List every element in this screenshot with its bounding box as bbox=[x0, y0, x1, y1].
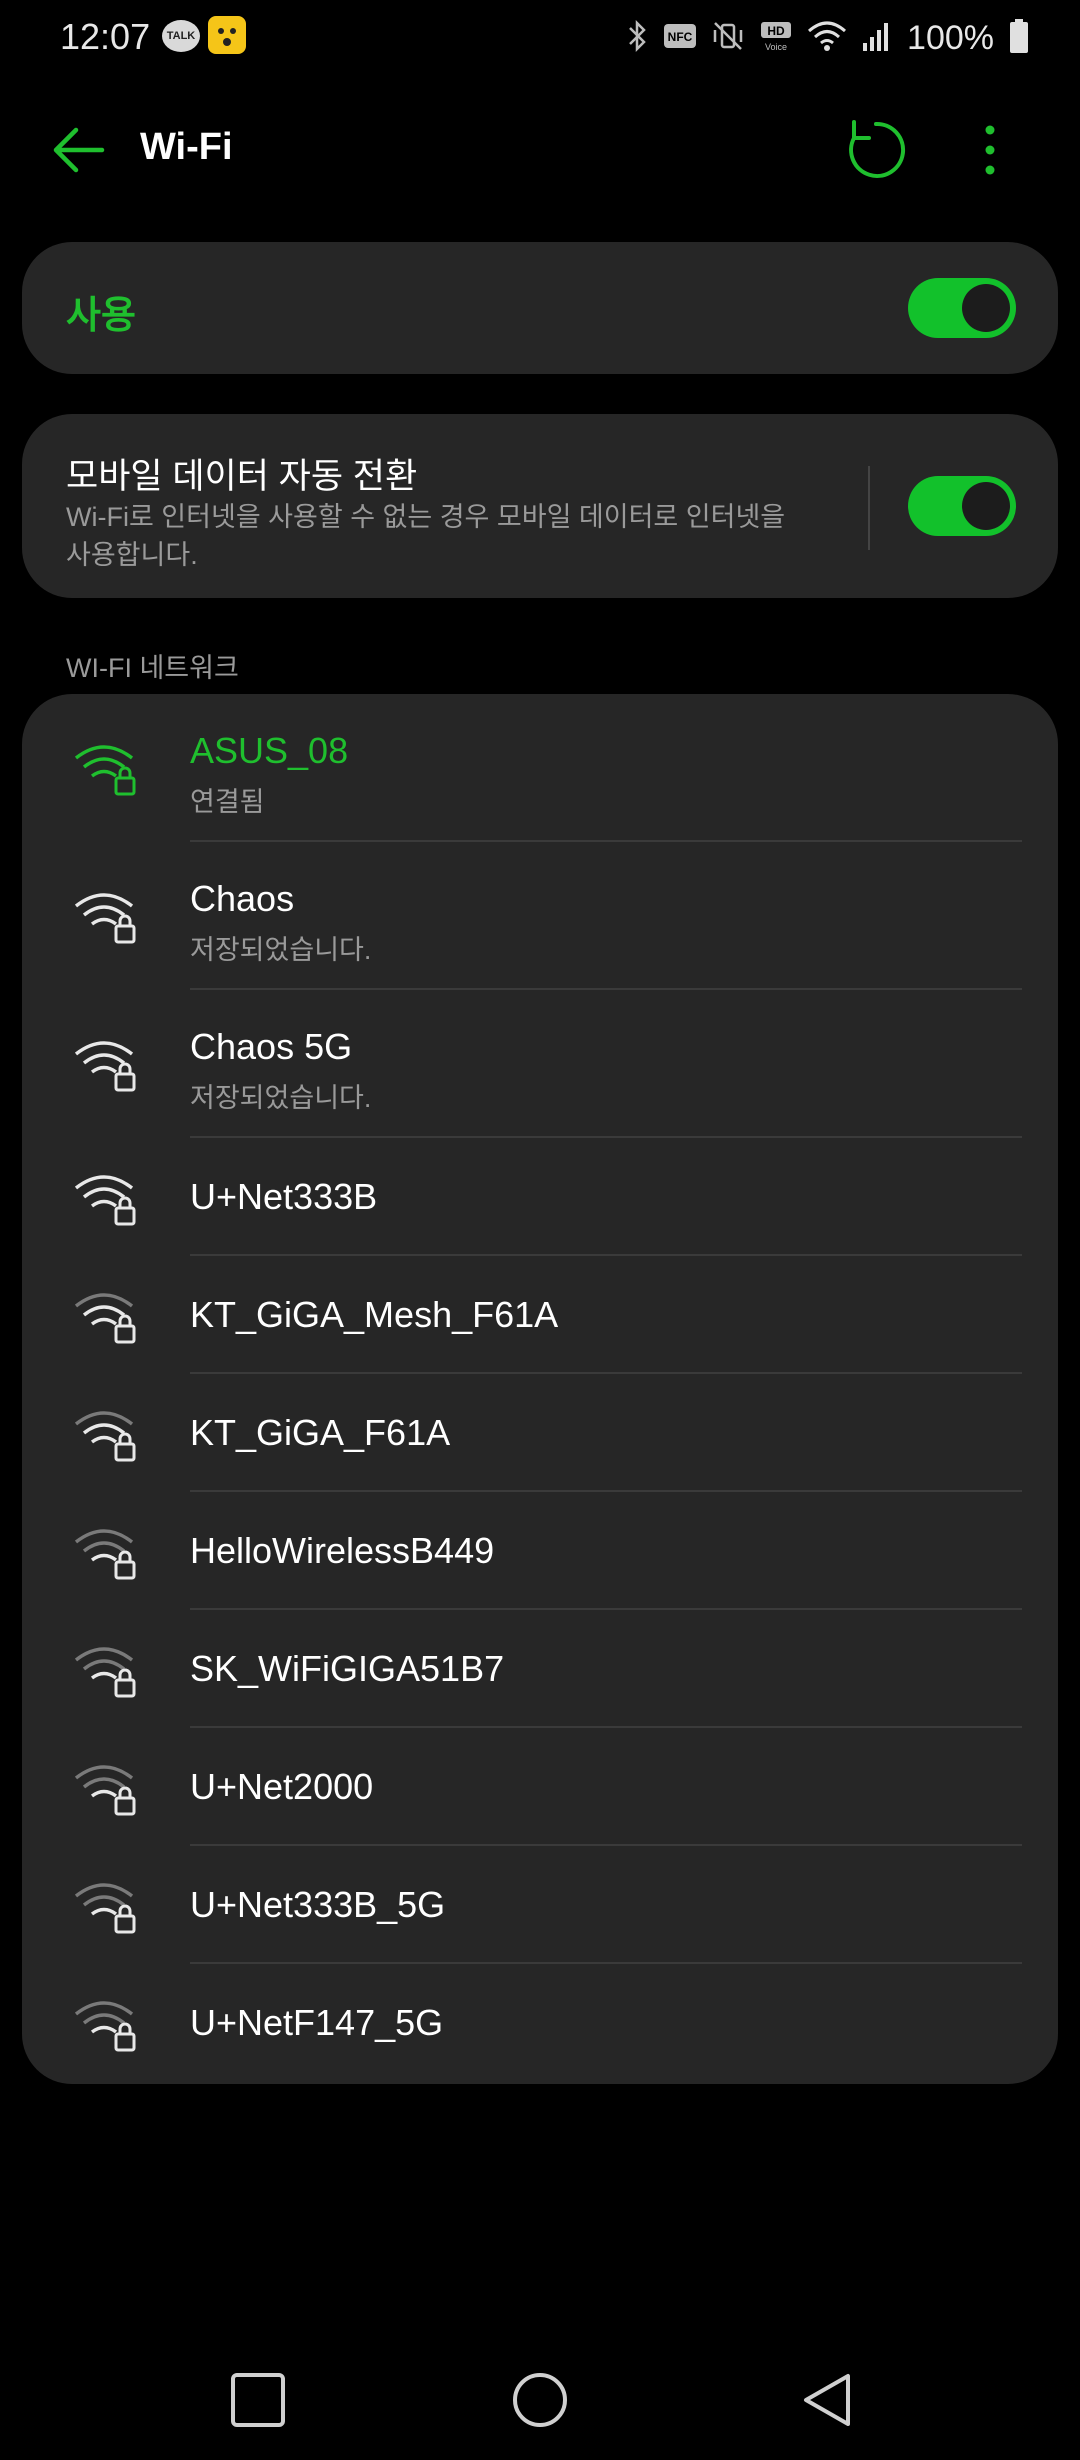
networks-section-header: WI-FI 네트워크 bbox=[66, 653, 239, 683]
app-notification-icon bbox=[208, 16, 246, 54]
square-icon bbox=[231, 2373, 285, 2427]
network-status: 저장되었습니다. bbox=[190, 935, 372, 965]
network-name: SK_WiFiGIGA51B7 bbox=[190, 1648, 505, 1689]
wifi-lock-icon bbox=[74, 1765, 136, 1816]
network-name: U+Net333B bbox=[190, 1176, 378, 1217]
network-name: HelloWirelessB449 bbox=[190, 1530, 495, 1571]
svg-text:NFC: NFC bbox=[668, 30, 693, 44]
circle-icon bbox=[513, 2373, 567, 2427]
battery-percent: 100% bbox=[907, 18, 994, 57]
cellular-signal-icon bbox=[861, 19, 893, 58]
network-name: KT_GiGA_F61A bbox=[190, 1412, 451, 1453]
recents-button[interactable] bbox=[226, 2368, 290, 2432]
network-name: Chaos bbox=[190, 878, 295, 919]
kakaotalk-notification-icon: TALK bbox=[162, 20, 200, 52]
refresh-button[interactable] bbox=[842, 116, 910, 184]
network-name: ASUS_08 bbox=[190, 730, 349, 771]
wifi-enable-card[interactable]: 사용 bbox=[22, 242, 1058, 374]
wifi-settings-screen: 12:07 TALK NFC HD Voice 100% Wi-Fi 사용 모바… bbox=[0, 0, 1080, 2460]
network-name: U+Net333B_5G bbox=[190, 1884, 446, 1925]
wifi-signal-icon bbox=[807, 19, 847, 58]
hd-voice-icon: HD Voice bbox=[759, 19, 793, 58]
wifi-lock-icon bbox=[74, 893, 136, 944]
more-options-button[interactable] bbox=[970, 120, 1010, 180]
network-item-kt-giga-mesh[interactable]: KT_GiGA_Mesh_F61A bbox=[22, 1256, 1058, 1374]
system-navigation-bar bbox=[0, 2340, 1080, 2460]
vibrate-mute-icon bbox=[711, 19, 745, 58]
mobile-data-switch-toggle[interactable] bbox=[908, 476, 1016, 536]
vertical-divider bbox=[868, 466, 870, 550]
home-button[interactable] bbox=[508, 2368, 572, 2432]
back-button[interactable] bbox=[48, 122, 108, 178]
mobile-data-switch-description: Wi-Fi로 인터넷을 사용할 수 없는 경우 모바일 데이터로 인터넷을 사용… bbox=[66, 502, 786, 570]
network-list: ASUS_08 연결됨 Chaos 저장되었습니다. Chaos 5G 저장되었… bbox=[22, 694, 1058, 2084]
toggle-knob bbox=[962, 284, 1010, 332]
wifi-lock-icon bbox=[74, 1529, 136, 1580]
network-item-sk-wifigiga[interactable]: SK_WiFiGIGA51B7 bbox=[22, 1610, 1058, 1728]
network-status: 저장되었습니다. bbox=[190, 1083, 372, 1113]
network-item-unetf147-5g[interactable]: U+NetF147_5G bbox=[22, 1964, 1058, 2084]
toggle-knob bbox=[962, 482, 1010, 530]
nfc-icon: NFC bbox=[663, 23, 697, 54]
mobile-data-switch-card[interactable]: 모바일 데이터 자동 전환 Wi-Fi로 인터넷을 사용할 수 없는 경우 모바… bbox=[22, 414, 1058, 598]
wifi-lock-icon bbox=[74, 1647, 136, 1698]
mobile-data-switch-title: 모바일 데이터 자동 전환 bbox=[66, 457, 418, 496]
more-vert-icon bbox=[985, 125, 995, 175]
wifi-lock-icon bbox=[74, 1175, 136, 1226]
top-app-bar: Wi-Fi bbox=[0, 100, 1080, 200]
status-icons: NFC HD Voice 100% bbox=[627, 18, 1030, 58]
svg-text:Voice: Voice bbox=[765, 42, 787, 52]
triangle-back-icon bbox=[804, 2374, 850, 2426]
svg-text:HD: HD bbox=[767, 24, 785, 38]
status-bar: 12:07 TALK NFC HD Voice 100% bbox=[0, 0, 1080, 76]
wifi-lock-icon bbox=[74, 1411, 136, 1462]
arrow-left-icon bbox=[53, 127, 105, 173]
network-item-unet2000[interactable]: U+Net2000 bbox=[22, 1728, 1058, 1846]
wifi-lock-icon bbox=[74, 1041, 136, 1092]
wifi-lock-icon bbox=[74, 2001, 136, 2052]
network-item-asus-08[interactable]: ASUS_08 연결됨 bbox=[22, 694, 1058, 842]
wifi-lock-icon bbox=[74, 745, 136, 796]
wifi-enable-toggle[interactable] bbox=[908, 278, 1016, 338]
network-status: 연결됨 bbox=[190, 787, 265, 817]
bluetooth-icon bbox=[627, 19, 649, 58]
network-item-hellowireless[interactable]: HelloWirelessB449 bbox=[22, 1492, 1058, 1610]
wifi-enable-label: 사용 bbox=[66, 295, 136, 337]
network-name: Chaos 5G bbox=[190, 1026, 353, 1067]
refresh-icon bbox=[849, 120, 906, 178]
network-item-kt-giga[interactable]: KT_GiGA_F61A bbox=[22, 1374, 1058, 1492]
status-time: 12:07 bbox=[60, 16, 151, 57]
battery-icon bbox=[1008, 18, 1030, 59]
wifi-lock-icon bbox=[74, 1293, 136, 1344]
network-item-chaos-5g[interactable]: Chaos 5G 저장되었습니다. bbox=[22, 990, 1058, 1138]
page-title: Wi-Fi bbox=[140, 126, 233, 168]
network-item-chaos[interactable]: Chaos 저장되었습니다. bbox=[22, 842, 1058, 990]
network-name: U+NetF147_5G bbox=[190, 2002, 444, 2043]
network-name: U+Net2000 bbox=[190, 1766, 374, 1807]
network-item-unet333b-5g[interactable]: U+Net333B_5G bbox=[22, 1846, 1058, 1964]
network-name: KT_GiGA_Mesh_F61A bbox=[190, 1294, 559, 1335]
wifi-lock-icon bbox=[74, 1883, 136, 1934]
network-item-unet333b[interactable]: U+Net333B bbox=[22, 1138, 1058, 1256]
back-nav-button[interactable] bbox=[796, 2368, 860, 2432]
